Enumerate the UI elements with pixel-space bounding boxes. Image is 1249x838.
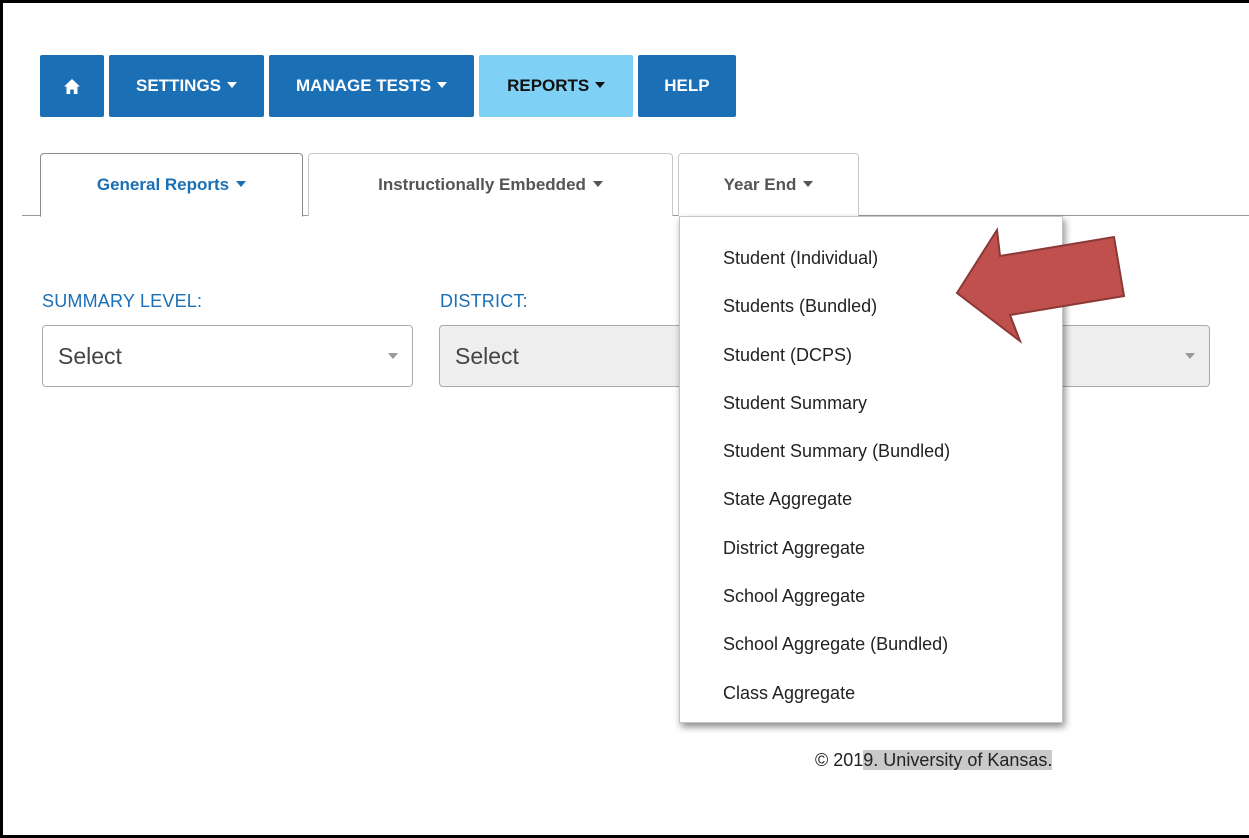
copyright-highlighted-text: 9. University of Kansas. (863, 750, 1053, 770)
copyright-prefix: © 201 (815, 750, 864, 770)
copyright-footer: © 2019. University of Kansas. (815, 750, 1053, 771)
annotation-arrow (955, 227, 1126, 344)
red-arrow-shape (955, 227, 1126, 344)
